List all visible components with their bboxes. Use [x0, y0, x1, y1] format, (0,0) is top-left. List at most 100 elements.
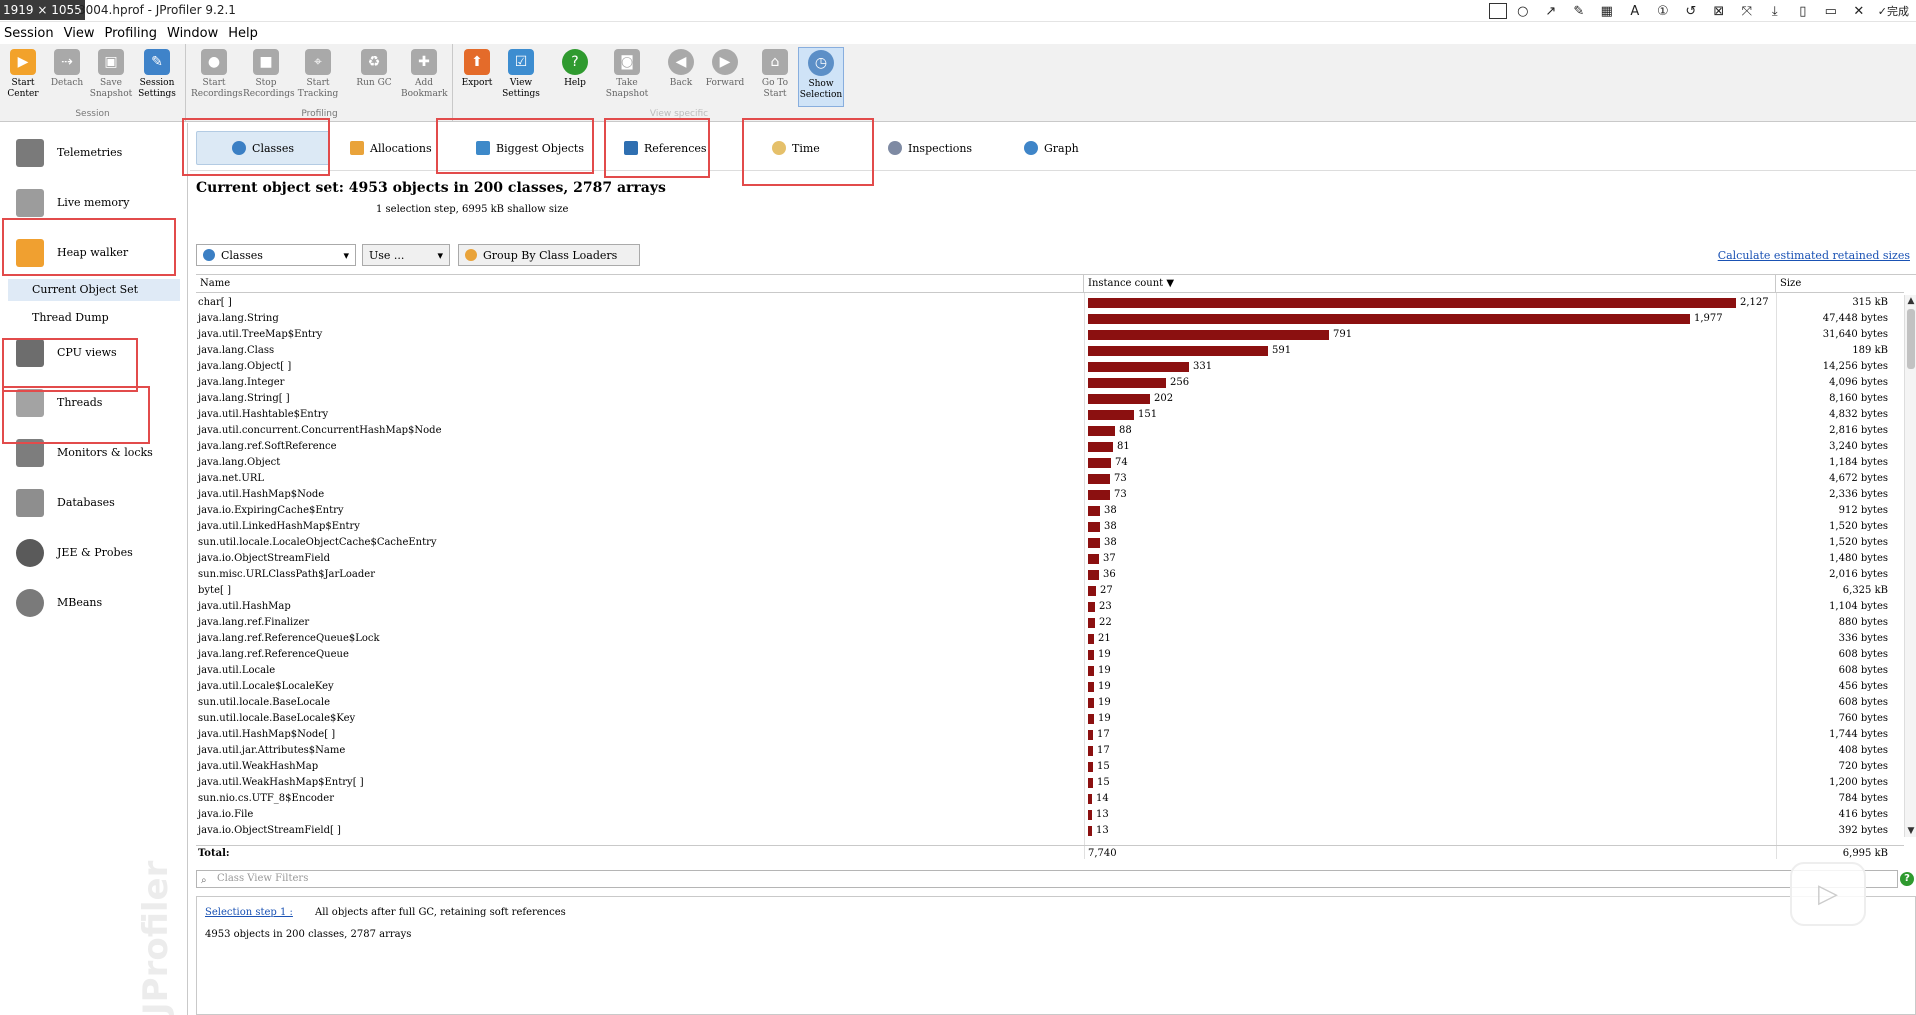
- arrow-tool-icon[interactable]: ↗: [1539, 2, 1563, 20]
- tab-inspections[interactable]: Inspections: [878, 131, 982, 165]
- rectangle-tool-icon[interactable]: [1488, 3, 1507, 19]
- show-selection-button[interactable]: ◷ Show Selection: [798, 47, 844, 107]
- table-row[interactable]: java.util.HashMap$Node[ ] 17 1,744 bytes: [196, 727, 1904, 743]
- pin-icon[interactable]: ⊠: [1707, 2, 1731, 20]
- use-dropdown[interactable]: Use ... ▾: [362, 244, 450, 266]
- tab-biggest-objects[interactable]: Biggest Objects: [466, 131, 594, 165]
- sidebar-item-jee-probes[interactable]: JEE & Probes: [0, 529, 186, 575]
- table-row[interactable]: java.lang.ref.ReferenceQueue$Lock 21 336 b…: [196, 631, 1904, 647]
- sidebar-item-mbeans[interactable]: MBeans: [0, 579, 186, 625]
- column-size[interactable]: Size: [1776, 275, 1904, 293]
- start-recordings-button[interactable]: ● Start Recordings: [191, 47, 243, 107]
- filter-help-icon[interactable]: ?: [1900, 872, 1914, 886]
- back-button[interactable]: ◀ Back: [658, 47, 704, 107]
- forward-button[interactable]: ▶ Forward: [702, 47, 748, 107]
- save-snapshot-button[interactable]: ▣ Save Snapshot: [88, 47, 134, 107]
- table-row[interactable]: java.lang.String[ ] 202 8,160 bytes: [196, 391, 1904, 407]
- tab-allocations[interactable]: Allocations: [340, 131, 442, 165]
- sidebar-item-cpu-views[interactable]: CPU views: [0, 329, 186, 375]
- table-row[interactable]: java.util.LinkedHashMap$Entry 38 1,520 byt…: [196, 519, 1904, 535]
- sidebar-item-heap-walker[interactable]: Heap walker: [0, 229, 186, 275]
- table-row[interactable]: java.util.HashMap 23 1,104 bytes: [196, 599, 1904, 615]
- table-row[interactable]: java.util.concurrent.ConcurrentHashMap$N…: [196, 423, 1904, 439]
- table-row[interactable]: sun.nio.cs.UTF_8$Encoder 14 784 bytes: [196, 791, 1904, 807]
- menu-profiling[interactable]: Profiling: [104, 26, 157, 41]
- add-bookmark-button[interactable]: ✚ Add Bookmark: [401, 47, 448, 107]
- table-row[interactable]: java.lang.Class 591 189 kB: [196, 343, 1904, 359]
- table-row[interactable]: java.util.WeakHashMap$Entry[ ] 15 1,200 by…: [196, 775, 1904, 791]
- menu-help[interactable]: Help: [228, 26, 258, 41]
- menu-session[interactable]: Session: [4, 26, 54, 41]
- table-row[interactable]: java.util.jar.Attributes$Name 17 408 bytes: [196, 743, 1904, 759]
- column-name[interactable]: Name: [196, 275, 1084, 293]
- table-row[interactable]: java.io.ObjectStreamField[ ] 13 392 bytes: [196, 823, 1904, 837]
- run-gc-button[interactable]: ♻ Run GC: [351, 47, 397, 107]
- column-instance-count[interactable]: Instance count ▼: [1084, 275, 1776, 293]
- start-tracking-button[interactable]: ⌖ Start Tracking: [295, 47, 341, 107]
- table-row[interactable]: sun.util.locale.LocaleObjectCache$CacheE…: [196, 535, 1904, 551]
- table-row[interactable]: java.io.ExpiringCache$Entry 38 912 bytes: [196, 503, 1904, 519]
- table-row[interactable]: java.util.Locale$LocaleKey 19 456 bytes: [196, 679, 1904, 695]
- start-center-button[interactable]: ▶ Start Center: [0, 47, 46, 107]
- help-button[interactable]: ? Help: [552, 47, 598, 107]
- tab-time[interactable]: Time: [762, 131, 830, 165]
- text-tool-icon[interactable]: A: [1623, 2, 1647, 20]
- finish-button[interactable]: ✓ 完成: [1875, 2, 1912, 20]
- table-row[interactable]: java.util.WeakHashMap 15 720 bytes: [196, 759, 1904, 775]
- sidebar-item-monitors-locks[interactable]: Monitors & locks: [0, 429, 186, 475]
- phone-icon[interactable]: ▯: [1791, 2, 1815, 20]
- table-row[interactable]: sun.util.locale.BaseLocale 19 608 bytes: [196, 695, 1904, 711]
- sidebar-sub-current-object-set[interactable]: Current Object Set: [8, 279, 180, 301]
- close-icon[interactable]: ✕: [1847, 2, 1871, 20]
- mosaic-tool-icon[interactable]: ▦: [1595, 2, 1619, 20]
- sidebar-item-threads[interactable]: Threads: [0, 379, 186, 425]
- go-to-start-button[interactable]: ⌂ Go To Start: [752, 47, 798, 107]
- vertical-scrollbar[interactable]: ▲ ▼: [1904, 295, 1916, 837]
- table-row[interactable]: java.lang.ref.ReferenceQueue 19 608 bytes: [196, 647, 1904, 663]
- table-row[interactable]: char[ ] 2,127 315 kB: [196, 295, 1904, 311]
- menu-window[interactable]: Window: [167, 26, 218, 41]
- play-overlay-button[interactable]: ▷: [1790, 862, 1866, 926]
- table-row[interactable]: java.lang.ref.SoftReference 81 3,240 bytes: [196, 439, 1904, 455]
- undo-icon[interactable]: ↺: [1679, 2, 1703, 20]
- table-row[interactable]: java.lang.ref.Finalizer 22 880 bytes: [196, 615, 1904, 631]
- translate-icon[interactable]: ⤧: [1735, 2, 1759, 20]
- table-row[interactable]: sun.misc.URLClassPath$JarLoader 36 2,016 b…: [196, 567, 1904, 583]
- download-icon[interactable]: ⤓: [1763, 2, 1787, 20]
- table-row[interactable]: java.net.URL 73 4,672 bytes: [196, 471, 1904, 487]
- detach-button[interactable]: ⇢ Detach: [44, 47, 90, 107]
- menu-view[interactable]: View: [64, 26, 95, 41]
- class-view-filter-input[interactable]: ⌕ Class View Filters: [196, 870, 1898, 888]
- export-button[interactable]: ⬆ Export: [454, 47, 500, 107]
- table-row[interactable]: java.util.HashMap$Node 73 2,336 bytes: [196, 487, 1904, 503]
- table-row[interactable]: byte[ ] 27 6,325 kB: [196, 583, 1904, 599]
- pen-tool-icon[interactable]: ✎: [1567, 2, 1591, 20]
- stop-recordings-button[interactable]: ■ Stop Recordings: [243, 47, 295, 107]
- tab-references[interactable]: References: [614, 131, 717, 165]
- view-select[interactable]: Classes ▾: [196, 244, 356, 266]
- table-row[interactable]: java.io.ObjectStreamField 37 1,480 bytes: [196, 551, 1904, 567]
- session-settings-button[interactable]: ✎ Session Settings: [134, 47, 180, 107]
- ellipse-tool-icon[interactable]: ○: [1511, 2, 1535, 20]
- sidebar-sub-thread-dump[interactable]: Thread Dump: [8, 307, 180, 329]
- bookmark-icon[interactable]: ▭: [1819, 2, 1843, 20]
- scroll-down-icon[interactable]: ▼: [1906, 825, 1916, 837]
- table-row[interactable]: java.util.Locale 19 608 bytes: [196, 663, 1904, 679]
- table-row[interactable]: java.util.Hashtable$Entry 151 4,832 bytes: [196, 407, 1904, 423]
- table-row[interactable]: sun.util.locale.BaseLocale$Key 19 760 byte…: [196, 711, 1904, 727]
- table-row[interactable]: java.util.TreeMap$Entry 791 31,640 bytes: [196, 327, 1904, 343]
- group-by-class-loaders-button[interactable]: Group By Class Loaders: [458, 244, 640, 266]
- sidebar-item-telemetries[interactable]: Telemetries: [0, 129, 186, 175]
- scrollbar-thumb[interactable]: [1907, 309, 1915, 369]
- selection-step-link[interactable]: Selection step 1 :: [205, 907, 293, 918]
- table-row[interactable]: java.lang.Object[ ] 331 14,256 bytes: [196, 359, 1904, 375]
- take-snapshot-button[interactable]: ◙ Take Snapshot: [604, 47, 650, 107]
- table-row[interactable]: java.lang.String 1,977 47,448 bytes: [196, 311, 1904, 327]
- table-row[interactable]: java.lang.Integer 256 4,096 bytes: [196, 375, 1904, 391]
- number-tool-icon[interactable]: ①: [1651, 2, 1675, 20]
- table-row[interactable]: java.io.File 13 416 bytes: [196, 807, 1904, 823]
- tab-classes[interactable]: Classes: [196, 131, 330, 165]
- table-row[interactable]: java.lang.Object 74 1,184 bytes: [196, 455, 1904, 471]
- calculate-retained-sizes-link[interactable]: Calculate estimated retained sizes: [1718, 249, 1910, 262]
- sidebar-item-live-memory[interactable]: Live memory: [0, 179, 186, 225]
